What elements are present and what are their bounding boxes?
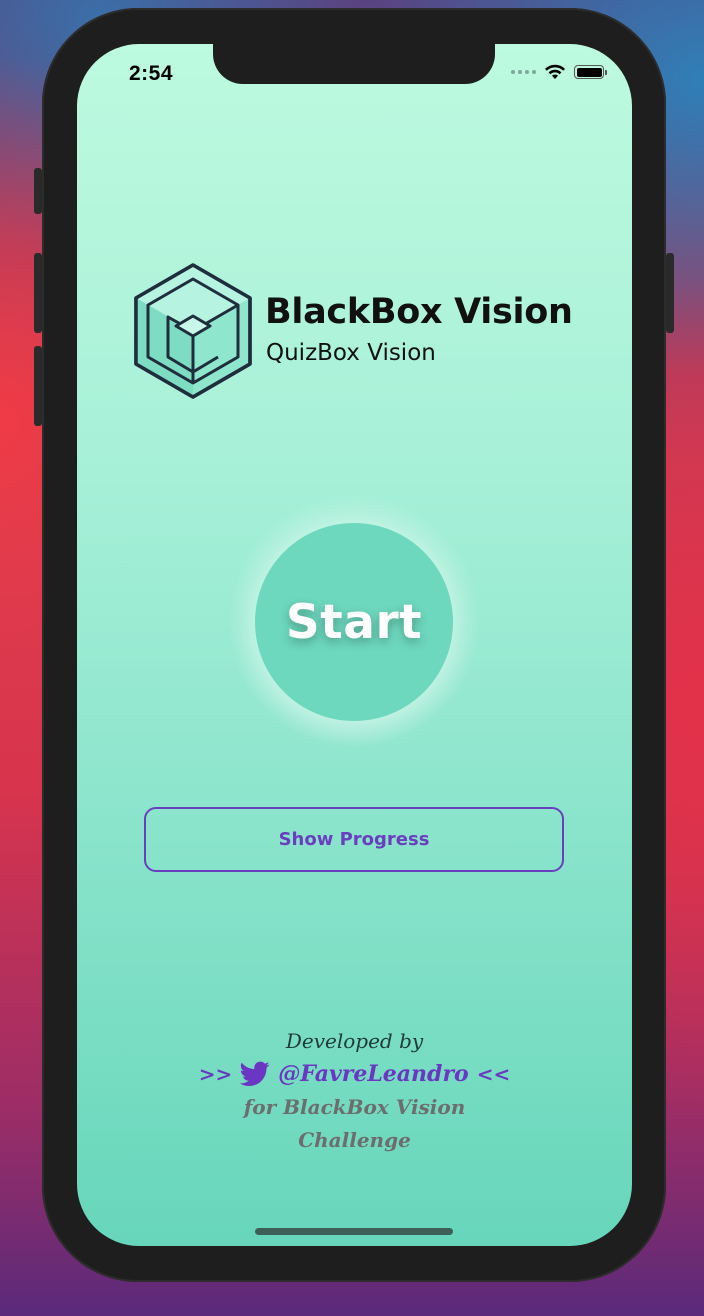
status-icons [511,64,607,80]
cellular-signal-icon [511,70,536,74]
power-button [666,253,674,333]
start-button[interactable]: Start [255,523,453,721]
brand-title: BlackBox Vision [265,292,573,332]
notch [213,44,495,84]
arrow-left-text: >> [198,1061,233,1086]
volume-down-button [34,346,42,426]
twitter-icon [240,1061,270,1086]
brand-subtitle: QuizBox Vision [266,340,436,366]
wifi-icon [545,64,565,79]
author-handle-row[interactable]: >> @FavreLeandro << [77,1057,632,1090]
show-progress-label: Show Progress [278,829,430,850]
app-screen: 2:54 BlackBox Vision QuizBox Vision Star… [77,44,632,1246]
battery-icon [574,65,607,79]
start-button-label: Start [285,594,423,650]
credits: Developed by >> @FavreLeandro << for Bla… [77,1024,632,1156]
volume-up-button [34,253,42,333]
cube-logo-icon [134,263,252,399]
developed-by-text: Developed by [285,1028,424,1053]
challenge-line-1: for BlackBox Vision [243,1094,466,1119]
challenge-line-2: Challenge [298,1127,411,1152]
author-handle-link[interactable]: @FavreLeandro [278,1061,468,1087]
arrow-right-text: << [476,1061,511,1086]
show-progress-button[interactable]: Show Progress [144,807,564,872]
mute-switch [34,168,42,214]
status-time: 2:54 [129,62,174,85]
brand-header: BlackBox Vision QuizBox Vision [133,262,593,402]
home-indicator[interactable] [255,1228,453,1235]
